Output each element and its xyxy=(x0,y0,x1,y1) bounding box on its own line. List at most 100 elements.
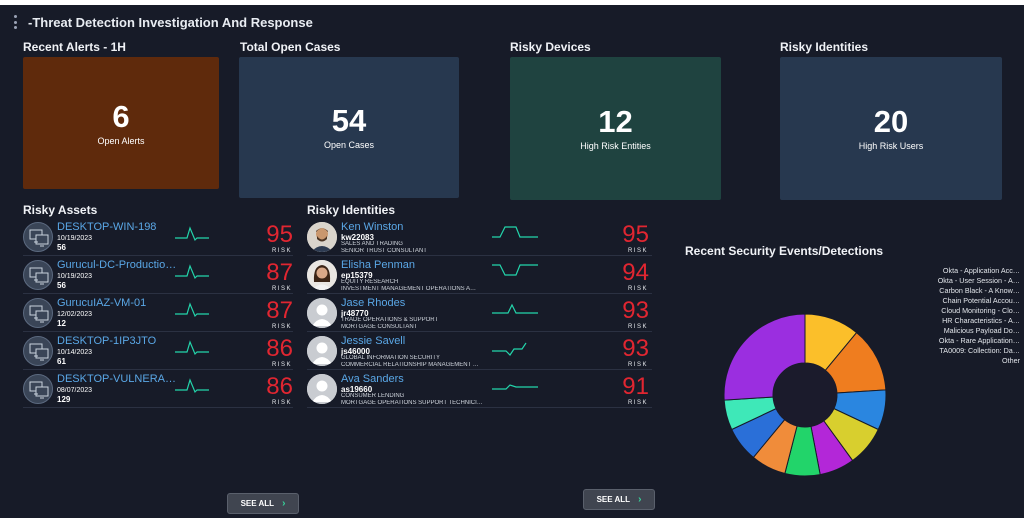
identity-trend-sparkline xyxy=(492,384,538,390)
card-value: 12 xyxy=(598,104,633,139)
asset-name[interactable]: DESKTOP-VULNERAB… xyxy=(57,373,177,385)
risk-score: 95 xyxy=(266,221,293,248)
identity-trend-sparkline xyxy=(492,264,538,276)
card-risky-identities[interactable]: 20 High Risk Users xyxy=(780,57,1002,200)
identity-row[interactable]: Jase Rhodes jr48770 TRADE OPERATIONS & SUP… xyxy=(307,295,652,332)
asset-row[interactable]: GurucuIAZ-VM-01 12/02/2023 12 87 RISK xyxy=(23,295,293,332)
see-all-assets-button[interactable]: SEE ALL › xyxy=(227,493,299,514)
donut-hole xyxy=(773,363,837,427)
legend-item[interactable]: Chain Potential Accou… xyxy=(925,296,1020,306)
asset-name[interactable]: DESKTOP-WIN-198 xyxy=(57,221,177,233)
risky-identities-title: Risky Identities xyxy=(307,203,396,217)
card-risky-devices[interactable]: 12 High Risk Entities xyxy=(510,57,721,200)
identity-trend-sparkline xyxy=(492,342,527,356)
asset-count: 61 xyxy=(57,357,66,366)
computer-network-icon xyxy=(23,222,53,252)
identity-row[interactable]: Ken Winston kw22083 SALES AND TRADING SENIO… xyxy=(307,219,652,256)
user-avatar xyxy=(307,260,337,290)
asset-trend-sparkline xyxy=(175,264,209,280)
risk-label: RISK xyxy=(627,248,648,254)
card-label: High Risk Entities xyxy=(580,141,651,151)
asset-name[interactable]: Gurucul-DC-Productio… xyxy=(57,259,177,271)
user-avatar-icon xyxy=(307,336,337,366)
identity-role: MORTGAGE CONSULTANT xyxy=(341,324,418,330)
legend-item[interactable]: Carbon Black - A Know… xyxy=(925,286,1020,296)
risk-score: 87 xyxy=(266,297,293,324)
risk-label: RISK xyxy=(271,248,292,254)
risk-score: 86 xyxy=(266,373,293,400)
page-title: -Threat Detection Investigation And Resp… xyxy=(28,15,313,30)
drag-handle-icon[interactable] xyxy=(14,15,18,29)
see-all-label: SEE ALL xyxy=(240,499,275,508)
legend-item[interactable]: Other xyxy=(925,356,1020,366)
computer-network-icon xyxy=(23,336,53,366)
identity-department: SALES AND TRADING xyxy=(341,241,403,247)
asset-date: 10/19/2023 xyxy=(57,273,93,280)
risk-label: RISK xyxy=(627,324,648,330)
identity-row[interactable]: Jessie Savell js46000 GLOBAL INFORMATION S… xyxy=(307,333,652,370)
see-all-label: SEE ALL xyxy=(596,495,631,504)
risk-score: 93 xyxy=(622,335,649,362)
identity-name[interactable]: Ava Sanders xyxy=(341,373,481,385)
asset-row[interactable]: DESKTOP-VULNERAB… 08/07/2023 129 86 RISK xyxy=(23,371,293,408)
card-title-risky-identities: Risky Identities xyxy=(780,40,869,54)
user-avatar xyxy=(307,222,337,252)
card-value: 6 xyxy=(112,98,130,134)
events-donut-chart xyxy=(723,313,887,477)
risk-score: 93 xyxy=(622,297,649,324)
asset-count: 56 xyxy=(57,281,66,290)
risky-assets-title: Risky Assets xyxy=(23,203,98,217)
legend-item[interactable]: Cloud Monitoring - Clo… xyxy=(925,306,1020,316)
asset-date: 08/07/2023 xyxy=(57,387,93,394)
card-label: Open Cases xyxy=(323,140,375,150)
identity-name[interactable]: Elisha Penman xyxy=(341,259,481,271)
top-bar xyxy=(0,0,1024,5)
identity-name[interactable]: Jase Rhodes xyxy=(341,297,481,309)
legend-item[interactable]: HR Characteristics - A… xyxy=(925,316,1020,326)
identity-role: INVESTMENT MANAGEMENT OPERATIONS A… xyxy=(341,286,477,292)
asset-row[interactable]: Gurucul-DC-Productio… 10/19/2023 56 87 RISK xyxy=(23,257,293,294)
computer-network-icon xyxy=(23,374,53,404)
card-recent-alerts[interactable]: 6 Open Alerts xyxy=(23,57,219,189)
identity-name[interactable]: Jessie Savell xyxy=(341,335,481,347)
risk-score: 94 xyxy=(622,259,649,286)
risk-score: 87 xyxy=(266,259,293,286)
events-legend: Okta - Application Acc… Okta - User Sessi… xyxy=(925,266,1020,366)
asset-trend-sparkline xyxy=(175,226,209,242)
risk-label: RISK xyxy=(627,286,648,292)
card-value: 20 xyxy=(873,104,909,139)
risk-label: RISK xyxy=(627,362,648,368)
risk-label: RISK xyxy=(271,324,292,330)
card-open-cases[interactable]: 54 Open Cases xyxy=(239,57,459,198)
legend-item[interactable]: TA0009: Collection: Da… xyxy=(925,346,1020,356)
card-title-open-cases: Total Open Cases xyxy=(240,40,341,54)
asset-name[interactable]: DESKTOP-1IP3JTO xyxy=(57,335,177,347)
asset-date: 10/19/2023 xyxy=(57,235,93,242)
identity-role: SENIOR TRUST CONSULTANT xyxy=(341,248,427,254)
legend-item[interactable]: Okta - Rare Application… xyxy=(925,336,1020,346)
see-all-identities-button[interactable]: SEE ALL › xyxy=(583,489,655,510)
identity-department: GLOBAL INFORMATION SECURITY xyxy=(341,355,441,361)
computer-network-icon xyxy=(23,260,53,290)
legend-item[interactable]: Malicious Payload Do… xyxy=(925,326,1020,336)
legend-item[interactable]: Okta - User Session - A… xyxy=(925,276,1020,286)
identity-role: COMMERCIAL RELATIONSHIP MANAGEMENT … xyxy=(341,362,479,368)
identity-name[interactable]: Ken Winston xyxy=(341,221,481,233)
asset-count: 12 xyxy=(57,319,66,328)
card-title-risky-devices: Risky Devices xyxy=(510,40,591,54)
identity-department: CONSUMER LENDING xyxy=(341,393,405,399)
risk-score: 95 xyxy=(622,221,649,248)
legend-item[interactable]: Okta - Application Acc… xyxy=(925,266,1020,276)
identity-row[interactable]: Elisha Penman ep15379 EQUITY RESEARCH INVES… xyxy=(307,257,652,294)
chevron-right-icon: › xyxy=(638,494,642,505)
card-label: Open Alerts xyxy=(97,135,145,146)
risk-label: RISK xyxy=(271,286,292,292)
asset-name[interactable]: GurucuIAZ-VM-01 xyxy=(57,297,177,309)
asset-row[interactable]: DESKTOP-1IP3JTO 10/14/2023 61 86 RISK xyxy=(23,333,293,370)
identity-role: MORTGAGE OPERATIONS SUPPORT TECHNICI… xyxy=(341,400,483,406)
asset-row[interactable]: DESKTOP-WIN-198 10/19/2023 56 95 RISK xyxy=(23,219,293,256)
identity-trend-sparkline xyxy=(492,303,538,314)
identity-row[interactable]: Ava Sanders as19660 CONSUMER LENDING MORTGA… xyxy=(307,371,652,408)
user-avatar-icon xyxy=(307,374,337,404)
risk-label: RISK xyxy=(627,400,648,406)
